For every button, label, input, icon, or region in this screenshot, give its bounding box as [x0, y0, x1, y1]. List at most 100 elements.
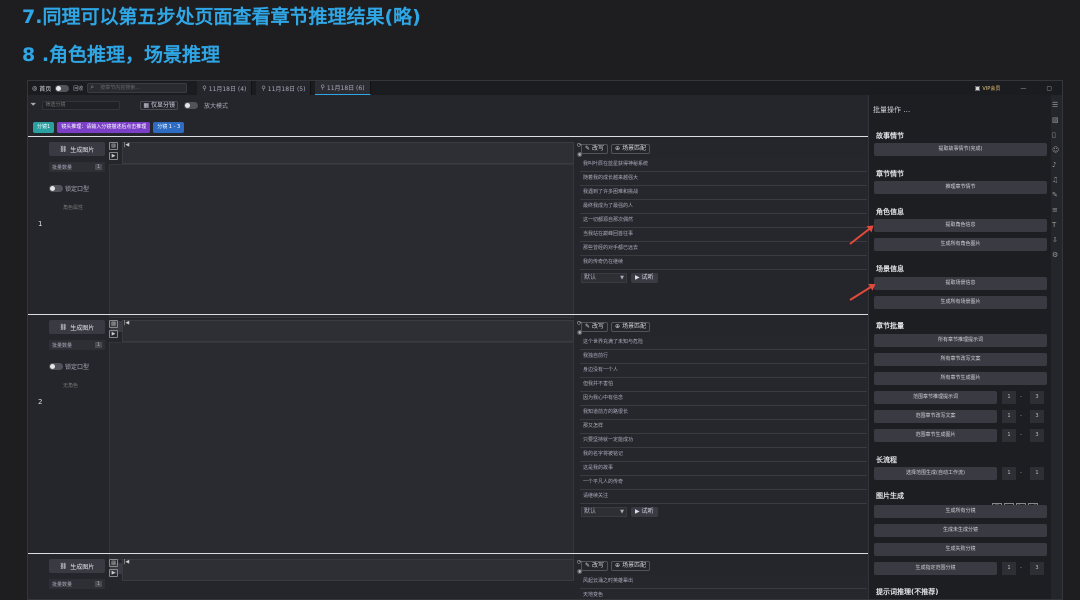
collapse-icon[interactable]: |◀	[122, 320, 131, 328]
storyboard-image-area[interactable]	[109, 342, 574, 560]
scene-match-button[interactable]: ⊕ 场景匹配	[611, 322, 651, 332]
voice-select[interactable]: 默认	[581, 507, 627, 517]
voice-icon[interactable]: ♫	[1052, 176, 1059, 184]
generate-image-button[interactable]: ⛓ 生成图片	[49, 320, 105, 334]
batch-count-input[interactable]: 1	[94, 342, 102, 348]
list-item[interactable]: 我知道前方的路很长	[580, 406, 867, 420]
home-button[interactable]: ◎ 首页	[32, 84, 51, 93]
list-item[interactable]: 这是我的故事	[580, 462, 867, 476]
list-item[interactable]: 我独自前行	[580, 350, 867, 364]
view-storyboard-button[interactable]: ▦ 仅显分镜	[140, 100, 179, 110]
scene-match-button[interactable]: ⊕ 场景匹配	[611, 561, 651, 571]
vip-badge[interactable]: ▣ VIP会员	[975, 85, 1001, 92]
tab-1[interactable]: ⚲ 11月18日 (4)	[197, 81, 253, 95]
list-item[interactable]: 因为我心中有信念	[580, 392, 867, 406]
list-item[interactable]: 这一切都源自那次偶然	[580, 214, 867, 228]
batch-count-input[interactable]: 1	[94, 164, 102, 170]
list-item[interactable]: 这个世界充满了未知与危险	[580, 336, 867, 350]
range-to-input[interactable]: 3	[1030, 410, 1044, 423]
collapse-icon[interactable]: |◀	[122, 142, 131, 150]
list-item[interactable]: 当我站在巅峰回首往事	[580, 228, 867, 242]
list-icon[interactable]: ☰	[1052, 101, 1059, 109]
rewrite-button[interactable]: ✎ 改写	[581, 144, 609, 154]
range-to-input[interactable]: 3	[1030, 391, 1044, 404]
range-rewrite-button[interactable]: 范围章节改写文案	[874, 410, 997, 423]
chip-range[interactable]: 分镜 1 - 3	[153, 122, 185, 133]
tab-3[interactable]: ⚲ 11月18日 (6)	[315, 81, 371, 95]
recycle-toggle[interactable]	[55, 84, 70, 92]
more-icon[interactable]: …	[903, 106, 910, 114]
all-gen-button[interactable]: 所有章节生成图片	[874, 372, 1047, 385]
range-from-input[interactable]: 1	[1002, 562, 1016, 575]
zoom-toggle[interactable]	[184, 101, 199, 109]
range-from-input[interactable]: 1	[1002, 429, 1016, 442]
batch-count-input[interactable]: 1	[94, 581, 102, 587]
storyboard-image-area[interactable]	[109, 164, 574, 318]
user-icon[interactable]: ☺	[1052, 146, 1059, 154]
chip-infer[interactable]: 镜头推理：请输入分镜描述后点击推理	[57, 122, 151, 133]
filter-icon[interactable]: ⏷	[30, 100, 36, 110]
prompt-input[interactable]	[122, 559, 574, 581]
doc-icon[interactable]: ▯	[1052, 131, 1059, 139]
list-item[interactable]: 请继续关注	[580, 490, 867, 504]
list-item[interactable]: 最终我成为了最强的人	[580, 200, 867, 214]
lock-toggle[interactable]	[49, 363, 63, 370]
play-icon[interactable]: ▶	[109, 330, 118, 338]
list-item[interactable]: 那又怎样	[580, 420, 867, 434]
list-item[interactable]: 风起云涌之时英雄辈出	[580, 575, 867, 589]
text-icon[interactable]: T	[1052, 221, 1059, 229]
gen-role-images-button[interactable]: 生成所有角色图片	[874, 238, 1047, 251]
range-to-input[interactable]: 3	[1030, 429, 1044, 442]
list-item[interactable]: 我遇到了许多困难和挑战	[580, 186, 867, 200]
settings-icon[interactable]: ⚙	[1052, 251, 1059, 259]
list-item[interactable]: 身边没有一个人	[580, 364, 867, 378]
export-icon[interactable]: ⇩	[1052, 236, 1059, 244]
layers-icon[interactable]: ≡	[1052, 206, 1059, 214]
play-icon[interactable]: ▶	[109, 569, 118, 577]
rewrite-button[interactable]: ✎ 改写	[581, 322, 609, 332]
gen-ungenerated-button[interactable]: 生成未生成分镜	[874, 524, 1047, 537]
voice-select[interactable]: 默认	[581, 273, 627, 283]
gen-scene-images-button[interactable]: 生成所有场景图片	[874, 296, 1047, 309]
range-from-input[interactable]: 1	[1002, 467, 1016, 480]
range-to-input[interactable]: 1	[1030, 467, 1044, 480]
tab-2[interactable]: ⚲ 11月18日 (5)	[256, 81, 312, 95]
extract-role-button[interactable]: 提取角色信息	[874, 219, 1047, 232]
maximize-icon[interactable]: ▢	[1046, 85, 1052, 92]
image-icon[interactable]: ▨	[109, 320, 118, 328]
range-from-input[interactable]: 1	[1002, 391, 1016, 404]
generate-image-button[interactable]: ⛓ 生成图片	[49, 559, 105, 573]
list-item[interactable]: 一个平凡人的传奇	[580, 476, 867, 490]
extract-story-button[interactable]: 提取故事情节(完成)	[874, 143, 1047, 156]
preview-button[interactable]: ▶ 试听	[631, 273, 658, 283]
minimize-icon[interactable]: —	[1020, 85, 1026, 92]
list-item[interactable]: 我的名字将被铭记	[580, 448, 867, 462]
filter-input[interactable]: 筛选分镜	[42, 100, 121, 110]
gen-range-button[interactable]: 生成指定范围分镜	[874, 562, 997, 575]
search-input[interactable]: 按章节内容搜索...	[87, 83, 188, 93]
preview-button[interactable]: ▶ 试听	[631, 507, 658, 517]
gen-failed-button[interactable]: 生成失败分镜	[874, 543, 1047, 556]
generate-image-button[interactable]: ⛓ 生成图片	[49, 142, 105, 156]
range-gen-button[interactable]: 范围章节生成图片	[874, 429, 997, 442]
infer-chapter-button[interactable]: 推理章节情节	[874, 181, 1047, 194]
long-flow-button[interactable]: 选择范围生成(自动工作流)	[874, 467, 997, 480]
list-item[interactable]: 但我并不害怕	[580, 378, 867, 392]
list-item[interactable]: 我的传奇仍在继续	[580, 256, 867, 270]
play-icon[interactable]: ▶	[109, 152, 118, 160]
music-icon[interactable]: ♪	[1052, 161, 1059, 169]
list-item[interactable]: 随着我的成长越来越强大	[580, 172, 867, 186]
list-item[interactable]: 那些曾经的对手都已远去	[580, 242, 867, 256]
list-item[interactable]: 只要坚持就一定能成功	[580, 434, 867, 448]
extract-scene-button[interactable]: 提取场景信息	[874, 277, 1047, 290]
list-item[interactable]: 我叫叶辰在蓝星获得神秘系统	[580, 158, 867, 172]
collapse-icon[interactable]: |◀	[122, 559, 131, 567]
image-icon[interactable]: ▨	[109, 559, 118, 567]
gen-all-shots-button[interactable]: 生成所有分镜	[874, 505, 1047, 518]
chip-storyboard[interactable]: 分镜1	[33, 122, 55, 133]
range-to-input[interactable]: 3	[1030, 562, 1044, 575]
all-infer-button[interactable]: 所有章节推理提示词	[874, 334, 1047, 347]
range-infer-button[interactable]: 范围章节推理提示词	[874, 391, 997, 404]
image-icon[interactable]: ▨	[109, 142, 118, 150]
image-icon[interactable]: ▨	[1052, 116, 1059, 124]
